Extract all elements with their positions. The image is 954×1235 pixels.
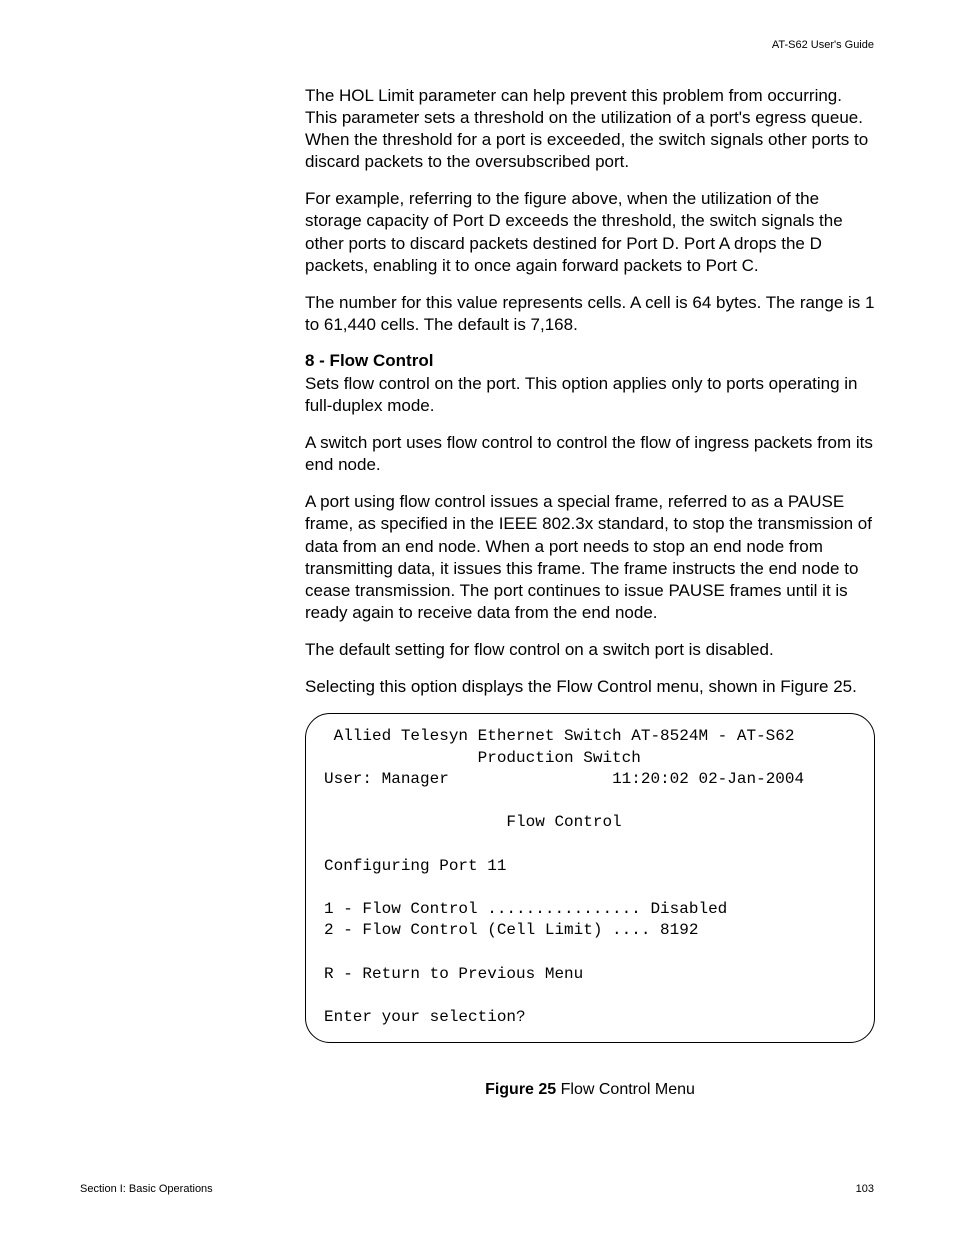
paragraph-pause-frame: A port using flow control issues a speci… [305, 491, 875, 624]
figure-caption-text: Flow Control Menu [556, 1081, 695, 1098]
terminal-line-7: 2 - Flow Control (Cell Limit) .... 8192 [324, 921, 698, 939]
paragraph-default-setting: The default setting for flow control on … [305, 639, 875, 661]
terminal-line-8: R - Return to Previous Menu [324, 965, 583, 983]
terminal-line-1: Allied Telesyn Ethernet Switch AT-8524M … [324, 727, 794, 745]
paragraph-example: For example, referring to the figure abo… [305, 188, 875, 276]
footer-section: Section I: Basic Operations [80, 1183, 213, 1195]
paragraph-flow-control-desc: Sets flow control on the port. This opti… [305, 373, 875, 417]
figure-caption: Figure 25 Flow Control Menu [305, 1081, 875, 1099]
terminal-line-6: 1 - Flow Control ................ Disabl… [324, 900, 727, 918]
heading-flow-control: 8 - Flow Control [305, 351, 875, 371]
header-guide-title: AT-S62 User's Guide [772, 39, 874, 51]
paragraph-cell-range: The number for this value represents cel… [305, 292, 875, 336]
terminal-line-4: Flow Control [324, 813, 622, 831]
terminal-line-3a: User: Manager [324, 770, 449, 788]
figure-label: Figure 25 [485, 1081, 556, 1098]
terminal-line-9: Enter your selection? [324, 1008, 526, 1026]
terminal-line-2: Production Switch [324, 749, 641, 767]
terminal-screenshot: Allied Telesyn Ethernet Switch AT-8524M … [305, 713, 875, 1043]
footer-page-number: 103 [856, 1183, 874, 1195]
terminal-line-3b: 11:20:02 02-Jan-2004 [612, 770, 804, 788]
paragraph-figure-ref: Selecting this option displays the Flow … [305, 676, 875, 698]
main-content: The HOL Limit parameter can help prevent… [305, 85, 875, 1099]
paragraph-ingress: A switch port uses flow control to contr… [305, 432, 875, 476]
terminal-line-5: Configuring Port 11 [324, 857, 506, 875]
paragraph-hol-limit: The HOL Limit parameter can help prevent… [305, 85, 875, 173]
